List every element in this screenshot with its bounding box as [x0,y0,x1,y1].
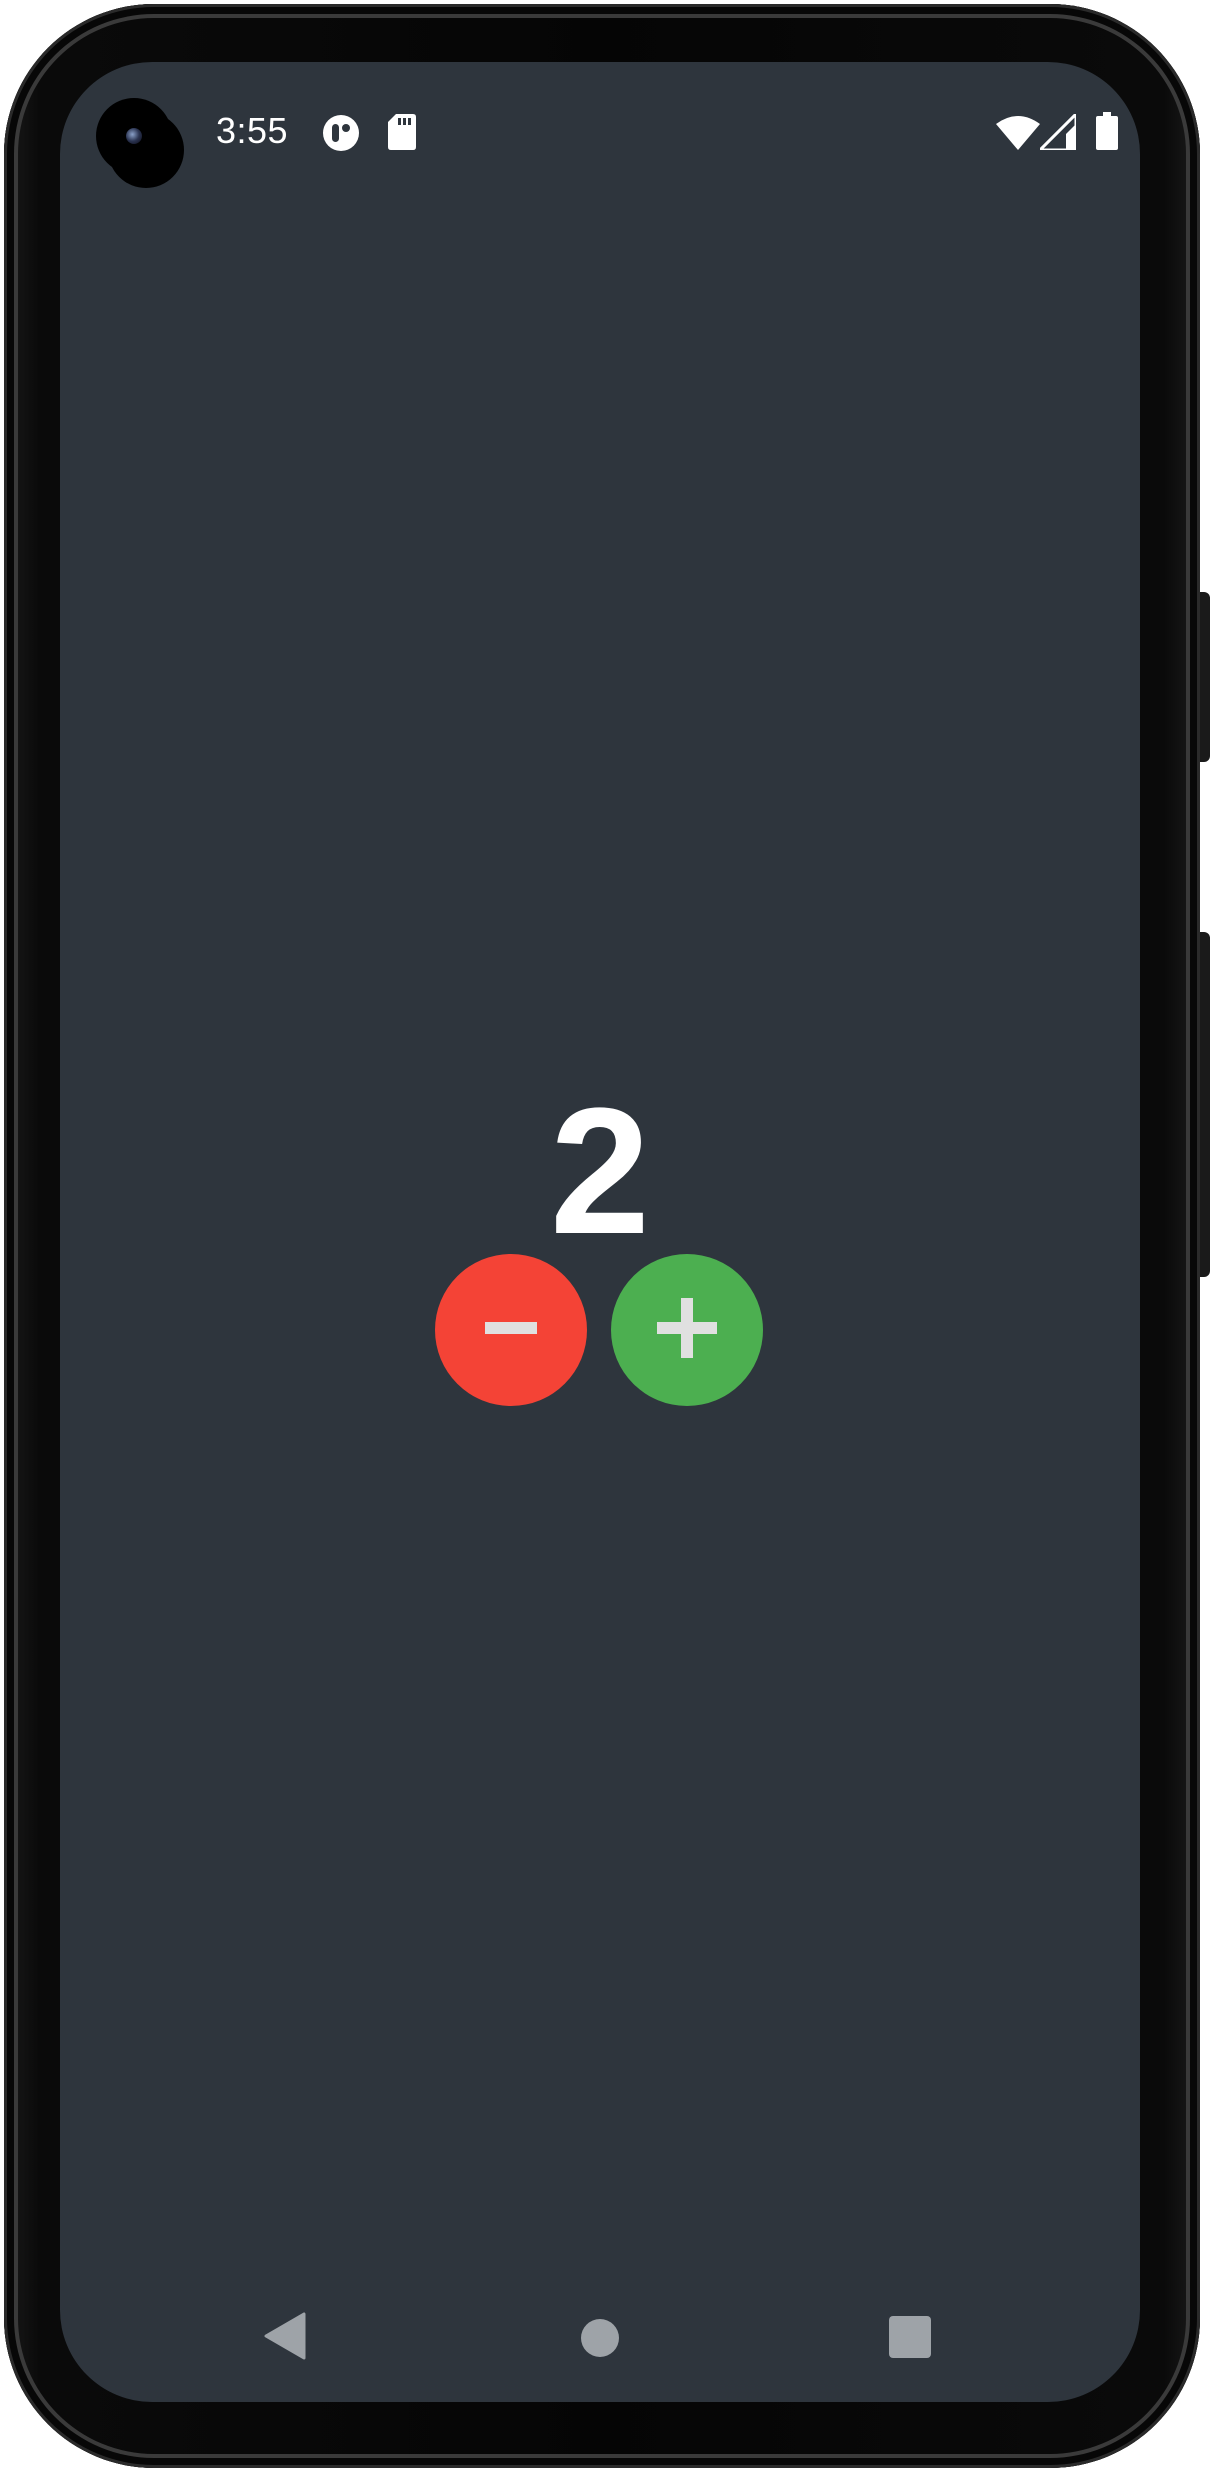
recents-icon[interactable] [889,2316,931,2363]
counter-area: 2 [60,62,1140,2402]
power-button [1200,592,1210,762]
increment-button[interactable] [611,1254,763,1406]
screen: 3:55 2 [60,62,1140,2402]
minus-icon [485,1320,537,1341]
back-icon[interactable] [264,2312,306,2365]
decrement-button[interactable] [435,1254,587,1406]
plus-icon [657,1297,717,1363]
counter-value: 2 [549,1071,651,1272]
navigation-bar [60,2312,1140,2402]
home-icon[interactable] [580,2318,620,2363]
volume-rocker [1200,932,1210,1277]
